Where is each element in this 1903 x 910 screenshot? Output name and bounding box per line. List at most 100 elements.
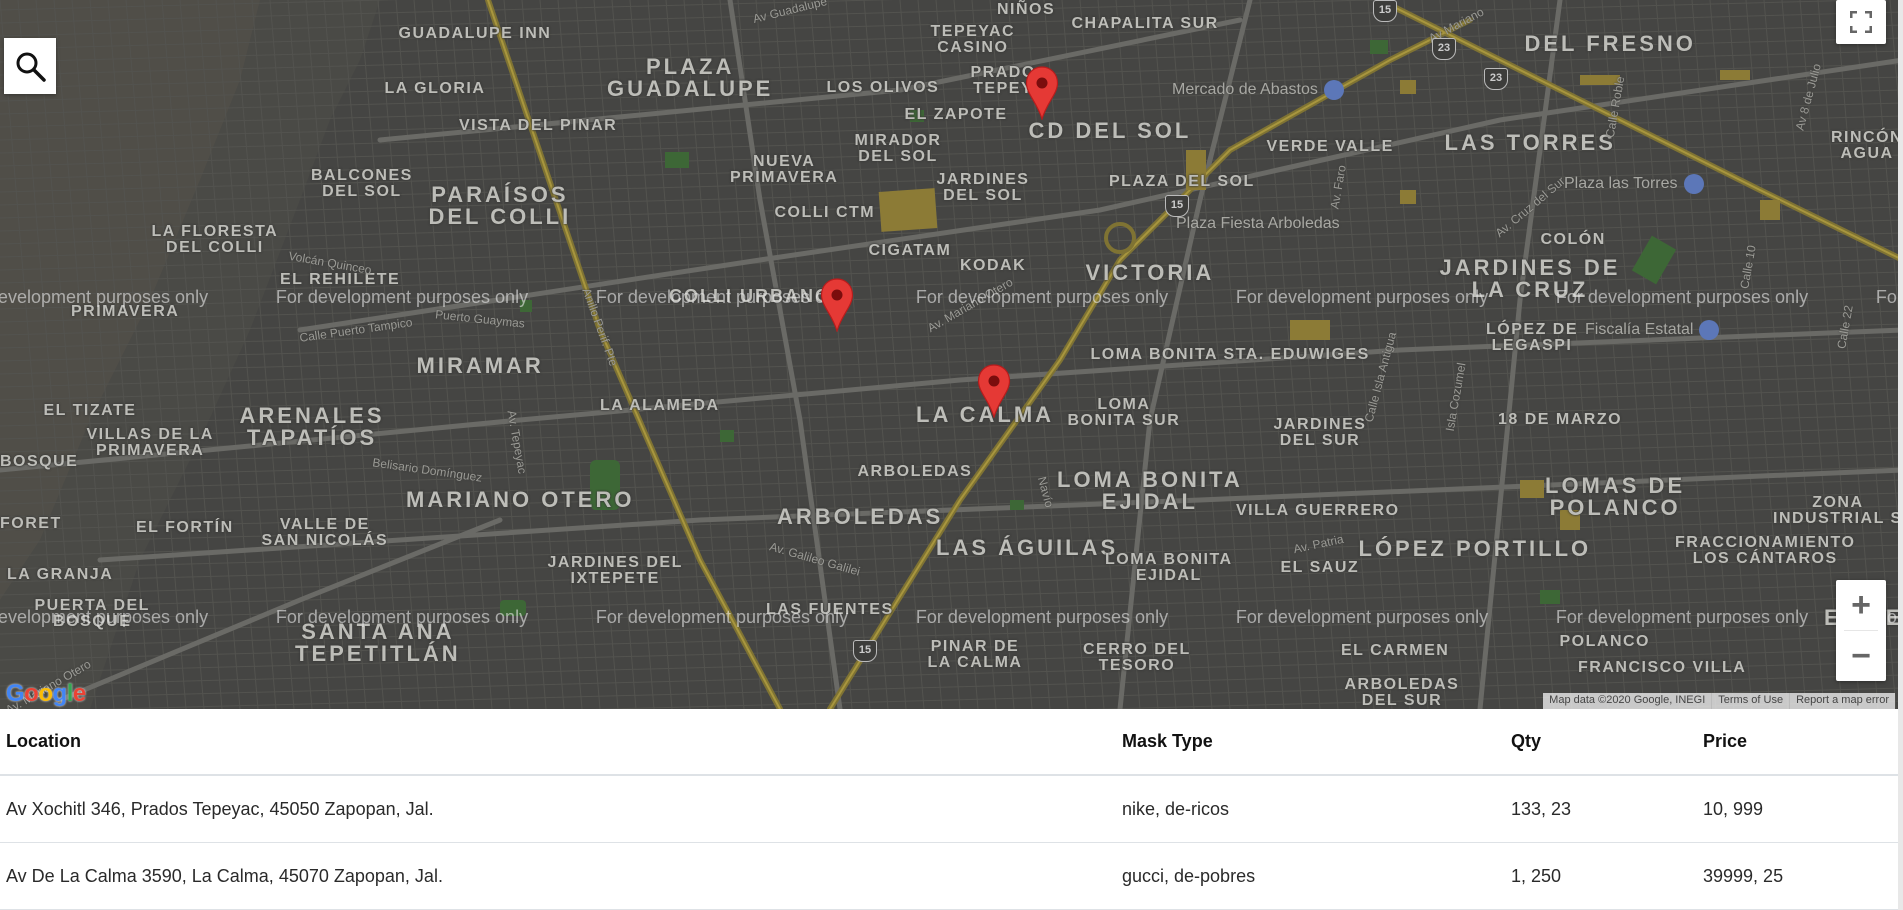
area-label-arboledas-small: ARBOLEDAS bbox=[857, 463, 973, 480]
map-pin-icon bbox=[977, 364, 1011, 420]
area-label-jardines-del-sur: JARDINES DEL SUR bbox=[1273, 416, 1367, 449]
shield-number: 23 bbox=[1437, 42, 1451, 54]
area-label-los-olivos: LOS OLIVOS bbox=[826, 79, 940, 96]
poi-mercado-de-abastos[interactable]: Mercado de Abastos bbox=[1172, 80, 1344, 100]
area-label-jardines-de-la-cruz: JARDINES DE LA CRUZ bbox=[1439, 255, 1621, 302]
area-label-kodak: KODAK bbox=[960, 257, 1027, 274]
map-attribution: Map data ©2020 Google, INEGI Terms of Us… bbox=[1543, 693, 1895, 709]
cell-qty: 1, 250 bbox=[1505, 842, 1697, 910]
search-icon bbox=[16, 52, 46, 82]
area-label-francisco-villa: FRANCISCO VILLA bbox=[1578, 659, 1747, 676]
poi-plaza-fiesta-arboledas[interactable]: Plaza Fiesta Arboledas bbox=[1176, 215, 1340, 233]
highway-shield-shield-23-top: 23 bbox=[1432, 38, 1456, 60]
poi-label: Mercado de Abastos bbox=[1172, 81, 1318, 99]
area-label-lopez-portillo: LÓPEZ PORTILLO bbox=[1358, 536, 1592, 561]
poi-label: Fiscalía Estatal bbox=[1585, 321, 1694, 339]
area-label-el-tizate: EL TIZATE bbox=[43, 402, 137, 419]
minus-icon: − bbox=[1851, 637, 1871, 675]
shield-number: 15 bbox=[1170, 199, 1184, 211]
area-label-la-floresta: LA FLORESTA DEL COLLI bbox=[151, 223, 279, 256]
area-label-la-alameda: LA ALAMEDA bbox=[600, 397, 720, 414]
zoom-controls: + − bbox=[1836, 580, 1886, 681]
area-label-loma-bonita-ejidal: LOMA BONITA EJIDAL bbox=[1057, 467, 1243, 514]
poi-label: Plaza las Torres bbox=[1564, 175, 1678, 193]
area-label-ninos: NIÑOS bbox=[997, 1, 1056, 18]
area-label-miramar: MIRAMAR bbox=[416, 353, 544, 378]
highway-shield-shield-15-bot: 15 bbox=[853, 640, 877, 662]
area-label-villas-de-la-primavera: VILLAS DE LA PRIMAVERA bbox=[86, 426, 214, 459]
cell-mask-type: nike, de-ricos bbox=[1116, 775, 1505, 843]
shield-number: 23 bbox=[1489, 72, 1503, 84]
fullscreen-button[interactable] bbox=[1836, 0, 1886, 44]
terms-of-use-link[interactable]: Terms of Use bbox=[1711, 693, 1789, 709]
plus-icon: + bbox=[1851, 586, 1871, 624]
cell-mask-type: gucci, de-pobres bbox=[1116, 842, 1505, 910]
area-label-nueva-primavera: NUEVA PRIMAVERA bbox=[730, 153, 839, 186]
area-label-el-fortin: EL FORTÍN bbox=[136, 519, 234, 536]
shopping-bag-icon bbox=[1683, 174, 1704, 194]
area-label-puerta-del-bosque: PUERTA DEL BOSQUE bbox=[34, 597, 150, 630]
table-row[interactable]: Av De La Calma 3590, La Calma, 45070 Zap… bbox=[0, 842, 1898, 910]
area-label-colli-ctm: COLLI CTM bbox=[774, 204, 876, 221]
zoom-in-button[interactable]: + bbox=[1836, 580, 1886, 630]
area-label-santa-ana-tepetitlan: SANTA ANA TEPETITLÁN bbox=[295, 619, 461, 666]
area-label-mariano-otero: MARIANO OTERO bbox=[406, 487, 635, 512]
poi-fiscalia-estatal[interactable]: Fiscalía Estatal bbox=[1585, 320, 1720, 340]
cell-location: Av Xochitl 346, Prados Tepeyac, 45050 Za… bbox=[0, 775, 1116, 843]
header-location: Location bbox=[0, 709, 1116, 776]
area-label-18-de-marzo: 18 DE MARZO bbox=[1498, 411, 1623, 428]
area-label-tepeyac-casino: TEPEYAC CASINO bbox=[930, 23, 1016, 56]
area-label-guadalupe-inn: GUADALUPE INN bbox=[398, 25, 552, 42]
area-label-arboledas: ARBOLEDAS bbox=[777, 504, 944, 529]
zoom-out-button[interactable]: − bbox=[1836, 631, 1886, 681]
area-label-victoria: VICTORIA bbox=[1085, 260, 1215, 285]
area-label-villa-guerrero: VILLA GUERRERO bbox=[1236, 502, 1400, 519]
area-label-mirador-del-sol: MIRADOR DEL SOL bbox=[854, 132, 942, 165]
area-label-arenales-tapatios: ARENALES TAPATÍOS bbox=[239, 403, 385, 450]
area-label-las-torres: LAS TORRES bbox=[1444, 130, 1616, 155]
cell-qty: 133, 23 bbox=[1505, 775, 1697, 843]
area-label-jardines-del-ixtepete: JARDINES DEL IXTEPETE bbox=[547, 554, 683, 587]
area-label-verde-valle: VERDE VALLE bbox=[1266, 138, 1394, 155]
area-label-arboledas-del-sur: ARBOLEDAS DEL SUR bbox=[1344, 676, 1460, 709]
marker-la-calma[interactable] bbox=[977, 364, 1011, 420]
masks-table-container: Location Mask Type Qty Price Av Xochitl … bbox=[0, 709, 1898, 910]
shield-number: 15 bbox=[1378, 4, 1392, 16]
highway-shield-shield-15-mid: 15 bbox=[1165, 195, 1189, 217]
area-label-la-granja: LA GRANJA bbox=[7, 566, 114, 583]
area-label-pinar-de-la-calma: PINAR DE LA CALMA bbox=[927, 638, 1023, 671]
area-label-cd-del-sol: CD DEL SOL bbox=[1028, 118, 1192, 143]
header-mask-type: Mask Type bbox=[1116, 709, 1505, 776]
page-scrollbar[interactable] bbox=[1898, 0, 1903, 910]
area-label-el-carmen: EL CARMEN bbox=[1341, 642, 1450, 659]
cell-location: Av De La Calma 3590, La Calma, 45070 Zap… bbox=[0, 842, 1116, 910]
poi-label: Plaza Fiesta Arboledas bbox=[1176, 215, 1340, 232]
map-data-credit: Map data ©2020 Google, INEGI bbox=[1549, 694, 1706, 706]
area-label-las-aguilas: LAS ÁGUILAS bbox=[936, 535, 1119, 560]
cell-price: 39999, 25 bbox=[1697, 842, 1898, 910]
poi-plaza-las-torres[interactable]: Plaza las Torres bbox=[1564, 174, 1704, 194]
area-label-el-sauz: EL SAUZ bbox=[1280, 559, 1360, 576]
fullscreen-icon bbox=[1850, 11, 1872, 33]
marker-colli-urbano[interactable] bbox=[820, 278, 854, 334]
table-row[interactable]: Av Xochitl 346, Prados Tepeyac, 45050 Za… bbox=[0, 775, 1898, 843]
area-label-del-fresno: DEL FRESNO bbox=[1524, 31, 1696, 56]
area-label-colon: COLÓN bbox=[1540, 231, 1606, 248]
area-label-loma-bonita-sta-eduwiges: LOMA BONITA STA. EDUWIGES bbox=[1090, 346, 1370, 363]
google-logo: Google bbox=[6, 680, 86, 707]
area-label-chapalita-sur: CHAPALITA SUR bbox=[1071, 15, 1219, 32]
area-label-el-rehilete: EL REHILETE bbox=[280, 271, 401, 288]
shopping-bag-icon bbox=[1323, 80, 1344, 100]
area-label-las-fuentes: LAS FUENTES bbox=[766, 601, 894, 618]
marker-prados-tepeyac[interactable] bbox=[1025, 66, 1059, 122]
report-map-error-link[interactable]: Report a map error bbox=[1789, 693, 1895, 709]
highway-shield-shield-15-top: 15 bbox=[1373, 0, 1397, 22]
area-label-colli-urbano: COLLI URBANO bbox=[669, 286, 831, 306]
area-label-lomas-de-polanco: LOMAS DE POLANCO bbox=[1545, 473, 1686, 520]
map-search-button[interactable] bbox=[4, 38, 56, 94]
map[interactable]: GUADALUPE INN PLAZA GUADALUPE TEPEYAC CASINO… bbox=[0, 0, 1903, 709]
shield-number: 15 bbox=[858, 644, 872, 656]
area-label-vista-del-pinar: VISTA DEL PINAR bbox=[459, 117, 618, 134]
map-pin-icon bbox=[1025, 66, 1059, 122]
area-label-valle-de-san-nicolas: VALLE DE SAN NICOLÁS bbox=[261, 516, 389, 549]
